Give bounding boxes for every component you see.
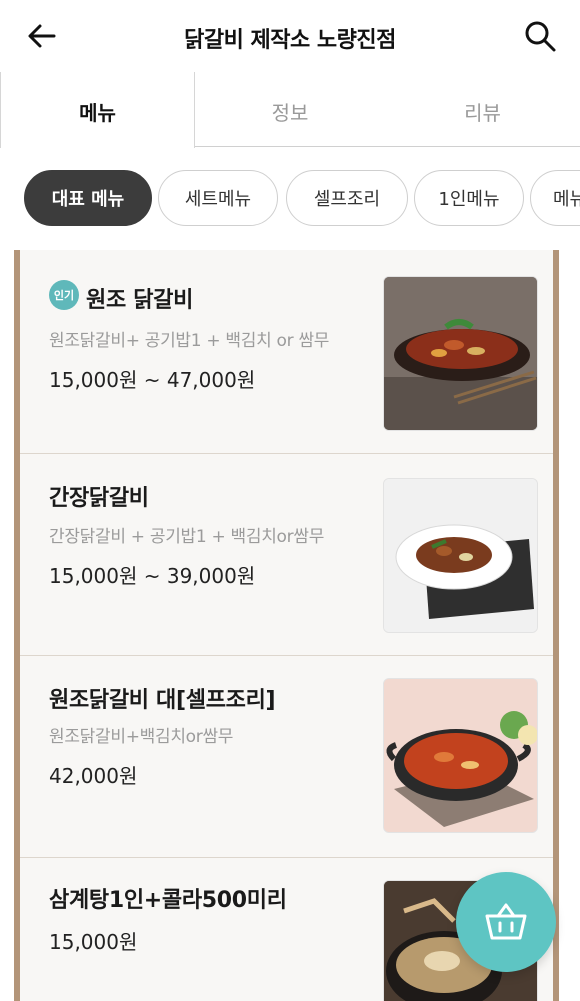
category-chips: 대표 메뉴 세트메뉴 셀프조리 1인메뉴 메뉴 (0, 160, 580, 236)
chip-self-cook[interactable]: 셀프조리 (286, 170, 408, 226)
menu-item-name: 삼계탕1인+콜라500미리 (49, 888, 287, 913)
chip-set-menu[interactable]: 세트메뉴 (158, 170, 278, 226)
menu-item-name: 원조닭갈비 대[셀프조리] (49, 688, 276, 713)
menu-item-price: 15,000원 (49, 930, 138, 954)
menu-item-price: 42,000원 (49, 764, 138, 788)
tab-menu[interactable]: 메뉴 (0, 74, 195, 148)
menu-item-image (383, 678, 538, 833)
tab-info[interactable]: 정보 (195, 74, 385, 148)
popular-badge: 인기 (49, 280, 79, 310)
search-icon[interactable] (522, 18, 558, 54)
dakgalbi-image (384, 277, 537, 430)
menu-item[interactable]: 인기 원조 닭갈비 원조닭갈비+ 공기밥1 + 백김치 or 쌈무 15,000… (20, 250, 553, 454)
dakgalbi-pan-image (384, 679, 537, 832)
soy-dakgalbi-image (384, 479, 537, 632)
app-header: 닭갈비 제작소 노량진점 (0, 0, 580, 72)
chip-featured-menu[interactable]: 대표 메뉴 (24, 170, 152, 226)
chip-single-menu[interactable]: 1인메뉴 (414, 170, 524, 226)
menu-item-price: 15,000원 ~ 39,000원 (49, 564, 256, 588)
tab-bar: 메뉴 정보 리뷰 (0, 74, 580, 148)
chip-more-menu[interactable]: 메뉴 (530, 170, 580, 226)
tab-bar-divider (195, 146, 580, 147)
menu-item-image (383, 276, 538, 431)
basket-icon (485, 903, 527, 940)
menu-item-image (383, 478, 538, 633)
page-title: 닭갈비 제작소 노량진점 (184, 28, 396, 53)
menu-item-desc: 간장닭갈비 + 공기밥1 + 백김치or쌈무 (49, 527, 325, 547)
menu-item[interactable]: 간장닭갈비 간장닭갈비 + 공기밥1 + 백김치or쌈무 15,000원 ~ 3… (20, 454, 553, 656)
menu-item-desc: 원조닭갈비+ 공기밥1 + 백김치 or 쌈무 (49, 331, 330, 351)
menu-item-desc: 원조닭갈비+백김치or쌈무 (49, 727, 234, 747)
cart-button[interactable] (456, 872, 556, 972)
menu-item-name: 간장닭갈비 (49, 486, 149, 511)
menu-item-price: 15,000원 ~ 47,000원 (49, 368, 256, 392)
tab-reviews[interactable]: 리뷰 (385, 74, 580, 148)
menu-item[interactable]: 원조닭갈비 대[셀프조리] 원조닭갈비+백김치or쌈무 42,000원 (20, 656, 553, 858)
menu-item-name: 원조 닭갈비 (86, 288, 194, 313)
